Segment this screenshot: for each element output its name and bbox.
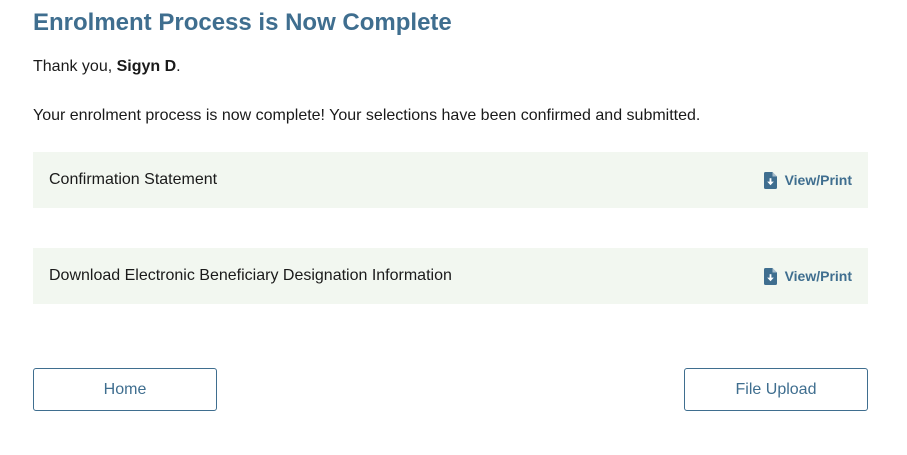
document-row-beneficiary-designation: Download Electronic Beneficiary Designat… [33, 248, 868, 304]
document-label: Confirmation Statement [49, 171, 218, 188]
file-upload-button[interactable]: File Upload [684, 368, 868, 411]
home-button[interactable]: Home [33, 368, 217, 411]
greeting-suffix: . [176, 58, 181, 75]
view-print-link[interactable]: View/Print [763, 267, 852, 285]
view-print-link[interactable]: View/Print [763, 171, 852, 189]
file-download-icon [763, 267, 777, 285]
greeting-prefix: Thank you, [33, 58, 117, 75]
completion-message: Your enrolment process is now complete! … [33, 107, 701, 124]
document-label: Download Electronic Beneficiary Designat… [49, 267, 452, 284]
view-print-label: View/Print [784, 172, 852, 188]
document-row-confirmation-statement: Confirmation Statement View/Print [33, 152, 868, 208]
user-name: Sigyn D [116, 58, 177, 75]
thank-you-message: Thank you, Sigyn D. [33, 58, 181, 76]
file-download-icon [763, 171, 777, 189]
page-title: Enrolment Process is Now Complete [33, 9, 452, 36]
view-print-label: View/Print [784, 268, 852, 284]
